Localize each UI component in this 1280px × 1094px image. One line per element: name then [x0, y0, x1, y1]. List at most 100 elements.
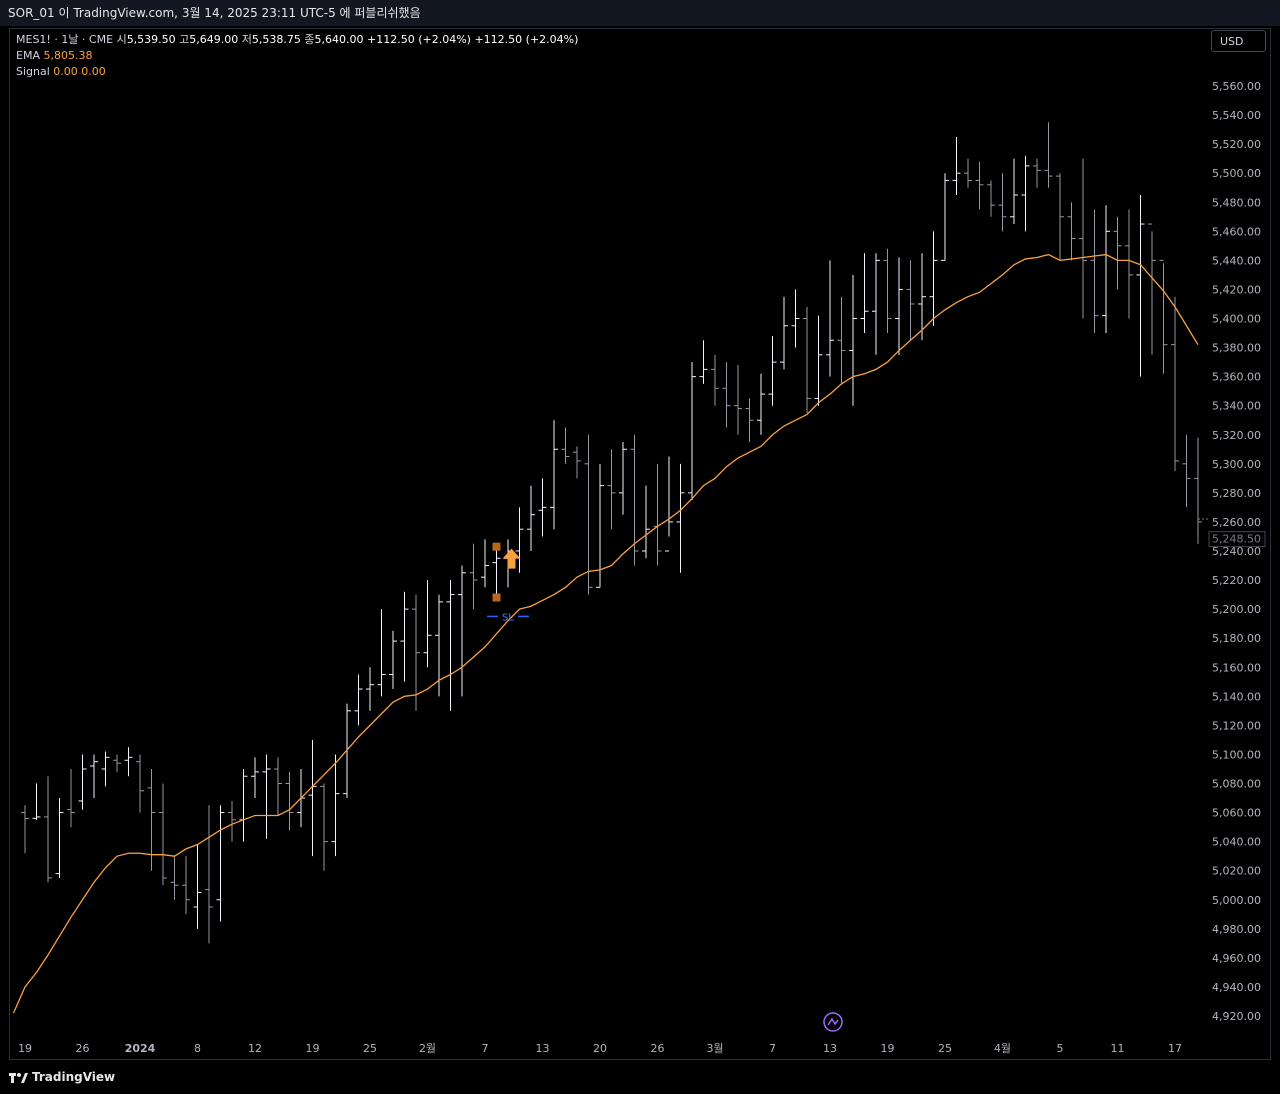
price-tick-label: 5,020.00 — [1212, 865, 1261, 878]
price-tick-label: 5,280.00 — [1212, 487, 1261, 500]
currency-button[interactable]: USD — [1211, 30, 1266, 52]
ohlc-bar — [952, 136, 961, 195]
buy-arrow-icon — [502, 548, 521, 569]
ohlc-bar — [607, 449, 616, 530]
high-value: 5,649.00 — [189, 33, 239, 46]
ohlc-bar — [251, 757, 259, 799]
ohlc-bar — [1113, 216, 1122, 290]
price-tick-label: 5,180.00 — [1212, 632, 1261, 645]
ohlc-bar — [987, 180, 995, 217]
signal-marker-upper — [492, 542, 501, 551]
ohlc-bar — [803, 306, 811, 413]
ohlc-bar — [113, 754, 121, 772]
footer-bar — [0, 1062, 1280, 1094]
ema-label: EMA — [16, 49, 40, 62]
time-tick-label: 4월 — [994, 1042, 1011, 1055]
open-value: 5,539.50 — [126, 33, 176, 46]
ohlc-bar — [101, 751, 110, 787]
ohlc-bar — [1182, 434, 1191, 508]
ohlc-bar — [170, 856, 179, 900]
ohlc-bar — [561, 427, 570, 464]
ohlc-bar — [1056, 173, 1064, 261]
price-tick-label: 5,400.00 — [1212, 313, 1261, 326]
ohlc-bar — [768, 335, 777, 406]
ohlc-bar — [688, 362, 696, 501]
ohlc-bar — [377, 609, 386, 697]
ohlc-bar — [1159, 259, 1168, 374]
price-tick-label: 5,080.00 — [1212, 778, 1261, 791]
price-tick-label: 5,360.00 — [1212, 371, 1261, 384]
time-tick-label: 12 — [248, 1042, 262, 1055]
time-tick-label: 19 — [881, 1042, 895, 1055]
signal-marker-lower — [492, 593, 501, 602]
price-tick-label: 5,340.00 — [1212, 400, 1261, 413]
price-tick-label: 5,140.00 — [1212, 690, 1261, 703]
ohlc-bar — [159, 783, 167, 886]
price-tick-label: 5,160.00 — [1212, 661, 1261, 674]
signal-value-1: 0.00 — [53, 65, 78, 78]
ohlc-bar — [205, 805, 213, 944]
price-tick-label: 5,520.00 — [1212, 138, 1261, 151]
change-value-secondary: +112.50 (+2.04%) — [474, 33, 579, 46]
ohlc-bar — [872, 253, 880, 355]
ohlc-bar — [573, 446, 581, 479]
price-tick-label: 5,540.00 — [1212, 109, 1261, 122]
ohlc-bar — [849, 274, 857, 406]
time-tick-label: 26 — [76, 1042, 90, 1055]
time-tick-label: 19 — [306, 1042, 320, 1055]
event-marker-icon[interactable] — [823, 1012, 843, 1032]
ohlc-bar — [1033, 158, 1041, 188]
ohlc-bar — [1044, 122, 1053, 188]
ohlc-bars — [21, 122, 1202, 944]
ohlc-bar — [619, 442, 627, 515]
signal-value-2: 0.00 — [81, 65, 106, 78]
ohlc-bar — [895, 257, 903, 355]
price-chart[interactable]: SL 5,560.00 5,540.00 5,520.00 5,500.00 5,480.… — [0, 0, 1280, 1062]
ohlc-bar — [193, 844, 202, 929]
ohlc-bar — [308, 739, 317, 857]
ohlc-bar — [366, 667, 374, 711]
price-tick-label: 4,980.00 — [1212, 923, 1261, 936]
change-value: +112.50 (+2.04%) — [367, 33, 471, 46]
price-tick-label: 5,040.00 — [1212, 836, 1261, 849]
close-value: 5,640.00 — [314, 33, 364, 46]
ohlc-bar — [67, 768, 75, 828]
ohlc-bar — [55, 798, 64, 878]
ohlc-bar — [78, 754, 87, 810]
price-tick-label: 5,120.00 — [1212, 719, 1261, 732]
signal-legend[interactable]: Signal 0.00 0.00 — [16, 65, 106, 79]
ema-legend[interactable]: EMA 5,805.38 — [16, 49, 92, 63]
ohlc-bar — [136, 754, 144, 813]
ohlc-bar — [262, 754, 271, 839]
ohlc-bar — [975, 161, 984, 210]
ohlc-bar — [550, 420, 558, 530]
ohlc-bar — [745, 398, 754, 443]
ohlc-bar — [44, 776, 52, 883]
ohlc-bar — [90, 754, 98, 799]
ohlc-bar — [699, 340, 708, 384]
ohlc-bar — [389, 630, 397, 690]
ohlc-bar — [400, 591, 409, 682]
ohlc-bar — [1194, 437, 1202, 544]
ema-line — [12, 253, 1199, 1014]
time-tick-label: 13 — [823, 1042, 837, 1055]
ohlc-bar — [711, 354, 719, 406]
ohlc-bar — [665, 456, 673, 552]
ohlc-bar — [515, 507, 524, 573]
ohlc-bar — [274, 757, 282, 816]
event-marker-glyph — [827, 1017, 839, 1026]
price-tick-label: 5,300.00 — [1212, 458, 1261, 471]
time-tick-label: 19 — [18, 1042, 32, 1055]
ohlc-bar — [929, 231, 938, 326]
ohlc-bar — [469, 543, 478, 610]
symbol-label[interactable]: MES1! · 1날 · CME — [16, 33, 113, 46]
time-tick-label: 13 — [536, 1042, 550, 1055]
ohlc-bar — [757, 373, 765, 435]
ohlc-bar — [21, 805, 29, 854]
time-tick-label: 7 — [769, 1042, 776, 1055]
time-tick-label: 17 — [1168, 1042, 1182, 1055]
ohlc-bar — [791, 289, 800, 348]
ohlc-bar — [826, 260, 834, 377]
tradingview-logo-icon — [9, 1073, 28, 1083]
ohlc-bar — [32, 783, 41, 820]
